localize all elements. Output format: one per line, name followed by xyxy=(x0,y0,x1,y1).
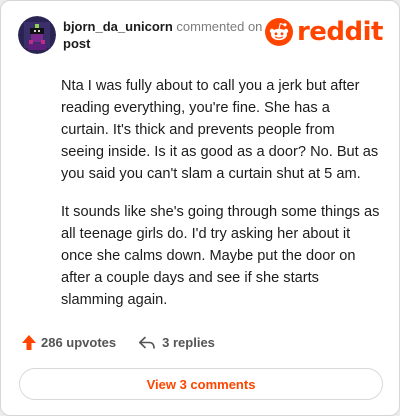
reddit-alien-icon xyxy=(264,18,293,46)
unicorn-avatar-icon xyxy=(18,16,56,54)
comment-actions: 286 upvotes 3 replies xyxy=(21,334,215,351)
view-comments-button[interactable]: View 3 comments xyxy=(19,368,383,400)
comment-meta: bjorn_da_unicorn commented on post xyxy=(63,18,262,52)
reply-arrow-icon xyxy=(139,336,155,349)
action-text: commented on xyxy=(176,19,263,34)
reddit-logo: reddit xyxy=(264,17,384,47)
comment-paragraph: It sounds like she's going through some … xyxy=(61,204,380,308)
user-avatar[interactable] xyxy=(18,16,56,54)
post-link[interactable]: post xyxy=(63,36,90,51)
comment-paragraph: Nta I was fully about to call you a jerk… xyxy=(61,78,379,182)
reply-count: 3 replies xyxy=(162,335,215,350)
upvote-count: 286 upvotes xyxy=(41,335,117,350)
upvote-button[interactable]: 286 upvotes xyxy=(21,334,116,351)
replies-button[interactable]: 3 replies xyxy=(138,335,215,350)
comment-body: Nta I was fully about to call you a jerk… xyxy=(61,75,381,327)
username-link[interactable]: bjorn_da_unicorn xyxy=(63,19,173,34)
comment-card: bjorn_da_unicorn commented on post reddi… xyxy=(0,0,400,416)
reddit-wordmark: reddit xyxy=(296,17,384,47)
upvote-arrow-icon xyxy=(22,335,36,350)
